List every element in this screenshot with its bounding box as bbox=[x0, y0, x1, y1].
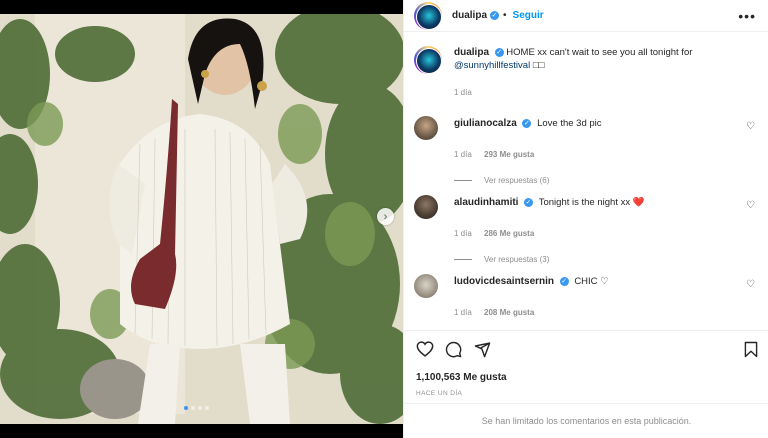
carousel-dots bbox=[184, 406, 209, 410]
caption: dualipa ✓ HOME xx can't wait to see you … bbox=[414, 46, 758, 74]
view-replies-label: Ver respuestas (6) bbox=[484, 176, 550, 185]
avatar[interactable] bbox=[414, 1, 442, 30]
carousel-dot bbox=[205, 406, 209, 410]
comment-time: 1 día bbox=[454, 308, 472, 317]
comment-time: 1 día bbox=[454, 150, 472, 159]
comment-item: alaudinhamiti ✓ Tonight is the night xx … bbox=[414, 195, 759, 264]
view-replies-label: Ver respuestas (3) bbox=[484, 255, 550, 264]
caption-avatar[interactable] bbox=[414, 46, 442, 74]
verified-badge-icon: ✓ bbox=[494, 47, 504, 57]
instagram-post-window: › dualipa ✓ • Seguir ••• dualipa ✓ HOME … bbox=[0, 0, 768, 438]
carousel-dot bbox=[184, 406, 188, 410]
post-photo[interactable]: › bbox=[0, 14, 403, 424]
header-username[interactable]: dualipa bbox=[452, 10, 487, 21]
save-bookmark-icon[interactable] bbox=[744, 341, 758, 358]
replies-line bbox=[454, 259, 472, 260]
comments-limited-notice: Se han limitado los comentarios en esta … bbox=[404, 403, 768, 438]
comment-text: CHIC bbox=[574, 276, 598, 287]
share-send-icon[interactable] bbox=[474, 341, 491, 358]
separator-dot: • bbox=[503, 10, 507, 21]
view-replies-link[interactable]: Ver respuestas (3) bbox=[454, 255, 759, 264]
comment-emoji: ♡ bbox=[600, 276, 609, 287]
caption-trailing: □□ bbox=[532, 60, 545, 71]
comment-username[interactable]: giulianocalza bbox=[454, 118, 517, 129]
caption-time: 1 día bbox=[454, 88, 472, 97]
comment-text: Tonight is the night xx bbox=[538, 197, 631, 208]
bottom-bar bbox=[0, 424, 403, 438]
post-header: dualipa ✓ • Seguir ••• bbox=[404, 0, 768, 32]
caption-mention-link[interactable]: @sunnyhillfestival bbox=[454, 60, 530, 71]
photo-illustration bbox=[0, 14, 403, 424]
comment-emoji: ❤️ bbox=[632, 197, 645, 208]
verified-badge-icon: ✓ bbox=[524, 197, 534, 207]
comment-likes[interactable]: 286 Me gusta bbox=[484, 229, 534, 238]
comment-item: giulianocalza ✓ Love the 3d pic ♡ 1 día … bbox=[414, 116, 759, 185]
like-comment-heart-icon[interactable]: ♡ bbox=[746, 121, 755, 132]
more-options-icon[interactable]: ••• bbox=[738, 8, 756, 24]
verified-badge-icon: ✓ bbox=[490, 11, 500, 20]
like-comment-heart-icon[interactable]: ♡ bbox=[746, 279, 755, 290]
comment-username[interactable]: ludovicdesaintsernin bbox=[454, 276, 554, 287]
comment-likes[interactable]: 293 Me gusta bbox=[484, 150, 534, 159]
follow-button[interactable]: Seguir bbox=[513, 10, 544, 21]
verified-badge-icon: ✓ bbox=[522, 118, 532, 128]
view-replies-link[interactable]: Ver respuestas (6) bbox=[454, 176, 759, 185]
post-likes-count[interactable]: 1,100,563 Me gusta bbox=[416, 372, 507, 383]
carousel-dot bbox=[191, 406, 195, 410]
comment-avatar[interactable] bbox=[414, 274, 438, 298]
comment-username[interactable]: alaudinhamiti bbox=[454, 197, 518, 208]
next-arrow-icon[interactable]: › bbox=[377, 208, 394, 225]
carousel-dot bbox=[198, 406, 202, 410]
caption-username[interactable]: dualipa bbox=[454, 47, 489, 58]
caption-text: HOME xx can't wait to see you all tonigh… bbox=[506, 47, 693, 58]
replies-line bbox=[454, 180, 472, 181]
caption-text-block: dualipa ✓ HOME xx can't wait to see you … bbox=[454, 46, 692, 74]
comment-text: Love the 3d pic bbox=[537, 118, 602, 129]
comment-item: ludovicdesaintsernin ✓ CHIC ♡ ♡ 1 día 20… bbox=[414, 274, 759, 317]
comment-avatar[interactable] bbox=[414, 116, 438, 140]
comment-time: 1 día bbox=[454, 229, 472, 238]
post-date: HACE UN DÍA bbox=[416, 390, 463, 397]
verified-badge-icon: ✓ bbox=[559, 276, 569, 286]
comment-likes[interactable]: 208 Me gusta bbox=[484, 308, 534, 317]
comment-meta: 1 día 293 Me gusta bbox=[454, 150, 759, 159]
comment-meta: 1 día 208 Me gusta bbox=[454, 308, 759, 317]
comment-avatar[interactable] bbox=[414, 195, 438, 219]
like-heart-icon[interactable] bbox=[416, 341, 434, 357]
top-bar bbox=[0, 0, 403, 14]
like-comment-heart-icon[interactable]: ♡ bbox=[746, 200, 755, 211]
post-side-panel: dualipa ✓ • Seguir ••• dualipa ✓ HOME xx… bbox=[403, 0, 768, 438]
comment-bubble-icon[interactable] bbox=[445, 341, 462, 358]
comment-meta: 1 día 286 Me gusta bbox=[454, 229, 759, 238]
